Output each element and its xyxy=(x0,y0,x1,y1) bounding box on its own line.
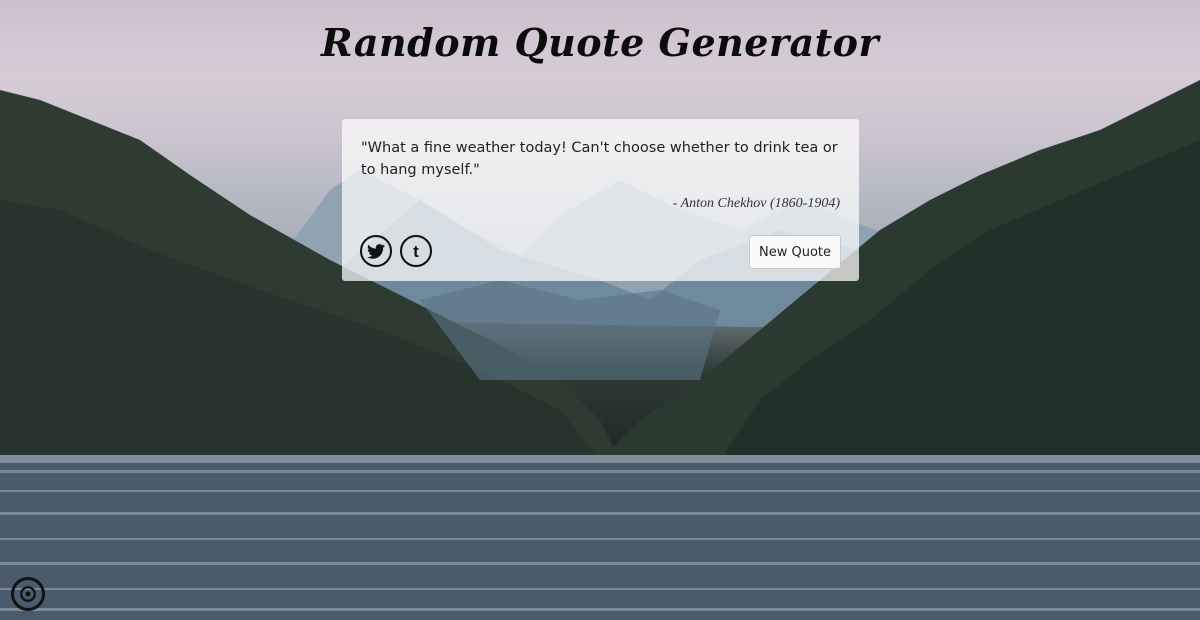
github-icon xyxy=(20,586,36,602)
background-landscape xyxy=(0,0,1200,620)
quote-card: "What a fine weather today! Can't choose… xyxy=(342,119,859,281)
quote-text: "What a fine weather today! Can't choose… xyxy=(361,140,838,178)
landscape-illustration xyxy=(0,0,1200,620)
page-title: Random Quote Generator xyxy=(320,20,880,65)
twitter-share-button[interactable] xyxy=(360,235,392,267)
new-quote-button[interactable]: New Quote xyxy=(749,235,841,269)
tumblr-icon: t xyxy=(413,241,419,261)
share-buttons: t xyxy=(360,235,432,267)
github-corner-link[interactable] xyxy=(11,577,45,611)
tumblr-share-button[interactable]: t xyxy=(400,235,432,267)
quote-author: - Anton Chekhov (1860-1904) xyxy=(672,196,840,211)
twitter-icon xyxy=(367,243,385,259)
